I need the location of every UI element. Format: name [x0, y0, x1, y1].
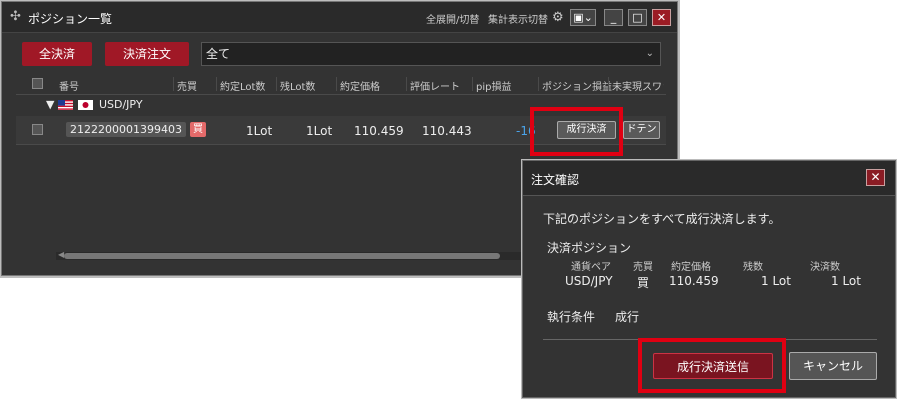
chevron-down-icon: ⌄	[645, 48, 654, 59]
maximize-button[interactable]: □	[628, 9, 647, 26]
window-layout-icon: ▣⌄	[573, 11, 593, 24]
maximize-icon: □	[632, 11, 643, 24]
close-all-button[interactable]: 全決済	[22, 42, 92, 66]
scroll-left-icon[interactable]: ◀	[58, 250, 64, 259]
move-icon[interactable]: ✣	[10, 10, 24, 24]
order-confirm-dialog: 注文確認 ✕ 下記のポジションをすべて成行決済します。 決済ポジション 通貨ペア…	[521, 159, 897, 399]
close-icon: ✕	[656, 11, 667, 24]
layout-select-button[interactable]: ▣⌄	[570, 9, 596, 26]
column-header-pl[interactable]: ポジション損益	[542, 78, 612, 93]
settle-order-button[interactable]: 決済注文	[105, 42, 189, 66]
value-remaining: 1 Lot	[761, 274, 791, 288]
section-label: 決済ポジション	[547, 241, 632, 255]
header-side: 売買	[633, 262, 653, 273]
expand-triangle-icon[interactable]: ▼	[46, 98, 54, 111]
highlight-frame	[638, 338, 786, 393]
column-header-price[interactable]: 約定価格	[340, 78, 380, 93]
dialog-close-button[interactable]: ✕	[866, 169, 885, 186]
header-settle: 決済数	[810, 262, 840, 273]
value-pair: USD/JPY	[565, 274, 613, 288]
header-remaining: 残数	[743, 262, 763, 273]
column-divider	[336, 77, 337, 91]
highlight-frame	[530, 107, 623, 156]
header-price: 約定価格	[671, 262, 711, 273]
minimize-button[interactable]: _	[604, 9, 623, 26]
doten-button[interactable]: ドテン	[623, 121, 660, 139]
close-button[interactable]: ✕	[652, 9, 671, 26]
currency-pair-label: USD/JPY	[98, 98, 143, 111]
column-divider	[173, 77, 174, 91]
window-title: ポジション一覧	[28, 12, 113, 26]
currency-group-row[interactable]: ▼ USD/JPY	[46, 98, 143, 111]
minimize-icon: _	[610, 11, 617, 24]
column-header-remaining[interactable]: 残Lot数	[280, 78, 315, 93]
header-pair: 通貨ペア	[571, 262, 611, 273]
dialog-title: 注文確認	[531, 173, 580, 187]
position-number: 2122200001399403	[66, 122, 186, 137]
condition-value: 成行	[615, 310, 640, 324]
cancel-button[interactable]: キャンセル	[789, 352, 877, 380]
remaining-lot: 1Lot	[306, 124, 333, 138]
column-header-rate[interactable]: 評価レート	[410, 78, 460, 93]
table-header: 番号 売買 約定Lot数 残Lot数 約定価格 評価レート pip損益 ポジショ…	[16, 74, 666, 95]
valuation-rate: 110.443	[422, 124, 472, 138]
gear-icon[interactable]: ⚙	[552, 10, 564, 25]
executed-lot: 1Lot	[246, 124, 273, 138]
condition-label: 執行条件	[547, 310, 596, 324]
title-bar[interactable]: ✣ ポジション一覧 全展開/切替 集計表示切替 ⚙ ▣⌄ _ □ ✕	[2, 2, 677, 33]
column-header-lot[interactable]: 約定Lot数	[220, 78, 265, 93]
column-header-side[interactable]: 売買	[177, 78, 197, 93]
column-header-number[interactable]: 番号	[59, 78, 79, 93]
japan-flag-icon	[78, 100, 94, 110]
filter-selected-value: 全て	[206, 47, 231, 61]
aggregate-display-toggle[interactable]: 集計表示切替	[488, 11, 548, 26]
dialog-message: 下記のポジションをすべて成行決済します。	[543, 212, 781, 226]
column-divider	[608, 77, 609, 91]
executed-price: 110.459	[354, 124, 404, 138]
scrollbar-thumb[interactable]	[64, 253, 500, 259]
row-checkbox[interactable]	[32, 124, 43, 135]
value-settle: 1 Lot	[831, 274, 861, 288]
side-badge: 買	[190, 122, 206, 137]
value-side: 買	[637, 276, 650, 290]
column-divider	[406, 77, 407, 91]
expand-collapse-toggle[interactable]: 全展開/切替	[426, 11, 479, 26]
select-all-checkbox[interactable]	[32, 78, 43, 89]
column-divider	[472, 77, 473, 91]
value-price: 110.459	[669, 274, 719, 288]
filter-select[interactable]: 全て ⌄	[201, 42, 661, 66]
column-header-pips[interactable]: pip損益	[476, 78, 511, 93]
column-divider	[538, 77, 539, 91]
column-divider	[216, 77, 217, 91]
column-header-swap[interactable]: 未実現スワップ	[612, 78, 664, 93]
close-icon: ✕	[870, 170, 881, 184]
us-flag-icon	[57, 100, 73, 110]
dialog-title-bar[interactable]: 注文確認 ✕	[523, 161, 895, 196]
column-divider	[276, 77, 277, 91]
